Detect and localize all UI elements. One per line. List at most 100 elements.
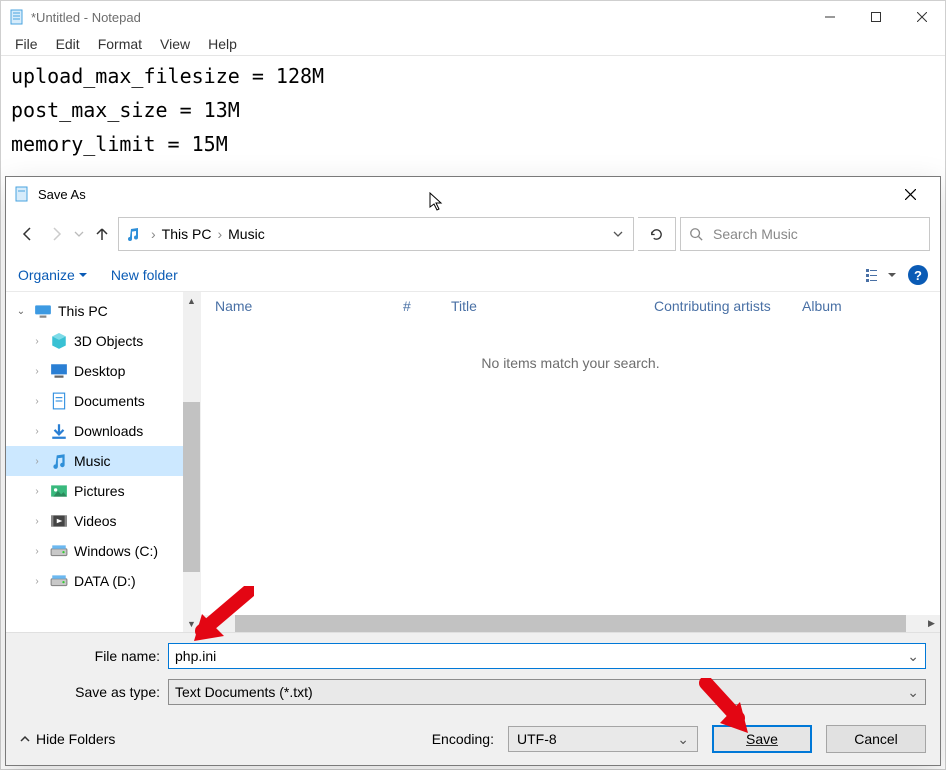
encoding-select[interactable]: UTF-8⌄ [508, 726, 698, 752]
refresh-icon [649, 227, 664, 242]
filename-input[interactable]: php.ini⌄ [168, 643, 926, 669]
organize-button[interactable]: Organize [18, 267, 87, 283]
nav-back-button[interactable] [16, 220, 40, 248]
close-button[interactable] [899, 1, 945, 33]
vids-icon [50, 512, 68, 530]
tree-node-label: Documents [74, 393, 145, 409]
maximize-button[interactable] [853, 1, 899, 33]
breadcrumb-folder[interactable]: Music [228, 226, 265, 242]
titlebar[interactable]: *Untitled - Notepad [1, 1, 945, 33]
desktop-icon [50, 362, 68, 380]
chevron-icon[interactable]: › [30, 426, 44, 437]
minimize-button[interactable] [807, 1, 853, 33]
new-folder-button[interactable]: New folder [111, 267, 178, 283]
dialog-close-button[interactable] [888, 179, 932, 209]
hide-folders-button[interactable]: Hide Folders [20, 731, 115, 747]
dropdown-caret-icon [888, 271, 896, 279]
nav-up-button[interactable] [90, 220, 114, 248]
tree-node-videos[interactable]: › Videos [6, 506, 200, 536]
tree-node-downloads[interactable]: › Downloads [6, 416, 200, 446]
search-input[interactable] [711, 225, 921, 243]
save-as-dialog: Save As ›This PC›Music Organize New fold… [5, 176, 941, 766]
breadcrumb-root[interactable]: This PC [162, 226, 212, 242]
tree-node-pictures[interactable]: › Pictures [6, 476, 200, 506]
tree-node-documents[interactable]: › Documents [6, 386, 200, 416]
scroll-right-arrow[interactable]: ▶ [923, 615, 940, 632]
menu-edit[interactable]: Edit [48, 35, 88, 53]
col-album[interactable]: Album [802, 298, 842, 314]
chevron-down-icon[interactable]: ⌄ [677, 731, 689, 748]
scroll-thumb[interactable] [235, 615, 906, 632]
chevron-down-icon[interactable]: ⌄ [907, 684, 919, 701]
column-headers[interactable]: Name # Title Contributing artists Album [201, 292, 940, 325]
minimize-icon [825, 12, 835, 22]
tree-scrollbar[interactable]: ▲▼ [183, 292, 200, 632]
address-bar[interactable]: ›This PC›Music [118, 217, 634, 251]
chevron-icon[interactable]: › [30, 366, 44, 377]
scroll-thumb[interactable] [183, 402, 200, 572]
chevron-icon[interactable]: › [30, 576, 44, 587]
dialog-icon [14, 186, 30, 202]
scroll-down-arrow[interactable]: ▼ [183, 615, 200, 632]
col-title[interactable]: Title [451, 298, 646, 314]
col-artists[interactable]: Contributing artists [654, 298, 794, 314]
chevron-icon[interactable]: › [30, 396, 44, 407]
close-icon [917, 12, 927, 22]
filename-label: File name: [20, 648, 160, 664]
search-icon [689, 227, 703, 241]
chevron-icon[interactable]: › [30, 456, 44, 467]
menu-bar: File Edit Format View Help [1, 33, 945, 55]
col-num[interactable]: # [403, 298, 443, 314]
view-button[interactable] [866, 268, 896, 282]
nav-recent-button[interactable] [72, 220, 86, 248]
address-dropdown[interactable] [609, 227, 627, 242]
tree-node-3d-objects[interactable]: ›3D Objects [6, 326, 200, 356]
drive-icon [50, 542, 68, 560]
chevron-icon[interactable]: › [30, 546, 44, 557]
cancel-button[interactable]: Cancel [826, 725, 926, 753]
down-icon [50, 422, 68, 440]
menu-format[interactable]: Format [90, 35, 150, 53]
tree-node-label: Videos [74, 513, 117, 529]
savetype-select[interactable]: Text Documents (*.txt)⌄ [168, 679, 926, 705]
dropdown-caret-icon [79, 271, 87, 279]
col-name[interactable]: Name [215, 298, 395, 314]
dialog-toolbar: Organize New folder ? [6, 259, 940, 292]
tree-node-data-d-[interactable]: ›DATA (D:) [6, 566, 200, 596]
menu-view[interactable]: View [152, 35, 198, 53]
file-list-pane: Name # Title Contributing artists Album … [201, 292, 940, 632]
scroll-up-arrow[interactable]: ▲ [183, 292, 200, 309]
search-box[interactable] [680, 217, 930, 251]
music-icon [125, 226, 141, 242]
chevron-icon[interactable]: ⌄ [14, 306, 28, 317]
drive-icon [50, 572, 68, 590]
nav-forward-button[interactable] [44, 220, 68, 248]
tree-node-label: Pictures [74, 483, 125, 499]
folder-tree[interactable]: ⌄This PC›3D Objects›Desktop›Documents›Do… [6, 292, 201, 632]
encoding-label: Encoding: [432, 731, 494, 747]
menu-file[interactable]: File [7, 35, 46, 53]
docs-icon [50, 392, 68, 410]
dialog-bottom: File name: php.ini⌄ Save as type: Text D… [6, 632, 940, 765]
refresh-button[interactable] [638, 217, 676, 251]
chevron-down-icon[interactable]: ⌄ [907, 648, 919, 665]
menu-help[interactable]: Help [200, 35, 245, 53]
nav-row: ›This PC›Music [6, 211, 940, 259]
tree-node-label: Downloads [74, 423, 143, 439]
scroll-left-arrow[interactable]: ◀ [201, 615, 218, 632]
close-icon [905, 189, 916, 200]
main-hscrollbar[interactable]: ◀▶ [201, 615, 940, 632]
chevron-icon[interactable]: › [30, 336, 44, 347]
maximize-icon [871, 12, 881, 22]
dialog-titlebar[interactable]: Save As [6, 177, 940, 211]
tree-node-desktop[interactable]: › Desktop [6, 356, 200, 386]
save-button[interactable]: Save [712, 725, 812, 753]
tree-node-windows-c-[interactable]: › Windows (C:) [6, 536, 200, 566]
tree-node-this-pc[interactable]: ⌄This PC [6, 296, 200, 326]
chevron-icon[interactable]: › [30, 486, 44, 497]
tree-node-music[interactable]: ›Music [6, 446, 200, 476]
chevron-icon[interactable]: › [30, 516, 44, 527]
tree-node-label: Windows (C:) [74, 543, 158, 559]
help-button[interactable]: ? [908, 265, 928, 285]
tree-node-label: Desktop [74, 363, 125, 379]
